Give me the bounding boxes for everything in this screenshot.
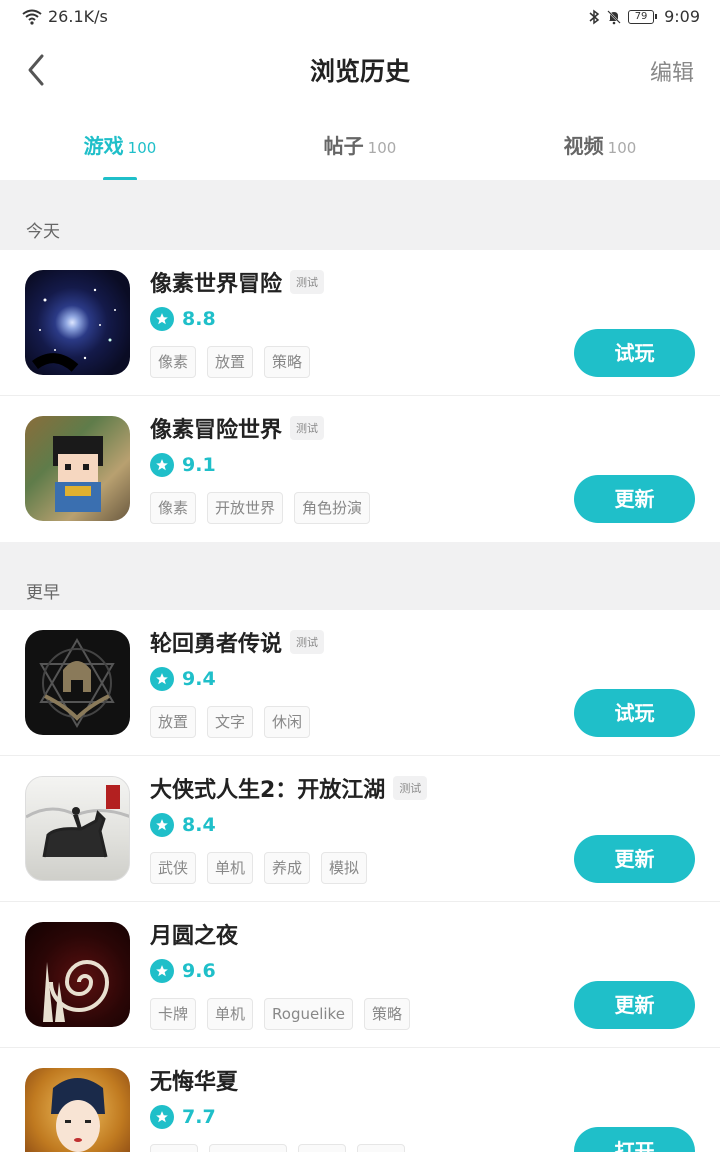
test-badge: 测试 [290,416,325,440]
game-title: 大侠式人生2：开放江湖 测试 [150,772,428,804]
game-row[interactable]: 像素冒险世界 测试 9.1 像素 开放世界 角色扮演 更新 [0,396,720,542]
test-badge: 测试 [290,270,325,294]
genre-tag[interactable]: 开放世界 [207,492,284,524]
try-play-button[interactable]: 试玩 [574,329,695,377]
genre-tag[interactable]: 策略 [363,998,410,1030]
game-title: 像素世界冒险 测试 [150,266,325,298]
game-rating: 9.6 [150,959,216,983]
game-icon [25,630,130,735]
genre-tag[interactable]: 文字 [207,706,254,738]
status-bar: 26.1K/s 79 9:09 [0,0,720,36]
genre-tag[interactable] [298,1144,346,1152]
genre-tag[interactable]: 像素 [150,346,197,378]
genre-tag[interactable]: 模拟 [321,852,368,884]
clock: 9:09 [664,7,700,26]
game-icon [25,1068,130,1152]
genre-tag[interactable] [209,1144,287,1152]
try-play-button[interactable]: 试玩 [574,689,695,737]
game-row[interactable]: 大侠式人生2：开放江湖 测试 8.4 武侠 单机 养成 模拟 更新 [0,756,720,902]
rating-score: 9.1 [182,454,216,476]
star-icon [150,813,174,837]
game-row[interactable]: 无悔华夏 7.7 打开 [0,1048,720,1152]
rating-score: 8.8 [182,308,216,330]
wifi-icon [22,9,42,25]
genre-tag[interactable]: 角色扮演 [294,492,371,524]
bluetooth-icon [589,9,600,24]
tag-list: 卡牌 单机 Roguelike 策略 [150,998,410,1030]
game-title: 无悔华夏 [150,1070,239,1095]
game-rating: 7.7 [150,1105,216,1129]
star-icon [150,667,174,691]
tag-list: 武侠 单机 养成 模拟 [150,852,368,884]
genre-tag[interactable]: 卡牌 [150,998,197,1030]
battery-icon: 79 [628,9,658,24]
genre-tag[interactable]: 策略 [264,346,311,378]
genre-tag[interactable]: 放置 [150,706,197,738]
genre-tag[interactable] [357,1144,405,1152]
tab-bar: 游戏 100 帖子 100 视频 100 [0,118,720,181]
test-badge: 测试 [393,776,428,800]
game-icon [25,270,130,375]
genre-tag[interactable]: 养成 [264,852,311,884]
game-rating: 8.4 [150,813,216,837]
rating-score: 9.6 [182,960,216,982]
star-icon [150,307,174,331]
genre-tag[interactable]: 放置 [207,346,254,378]
genre-tag[interactable]: 武侠 [150,852,197,884]
section-header-today: 今天 [0,180,720,250]
mute-icon [607,9,621,24]
test-badge: 测试 [290,630,325,654]
game-row[interactable]: 像素世界冒险 测试 8.8 像素 放置 策略 试玩 [0,250,720,396]
tag-list: 像素 放置 策略 [150,346,311,378]
network-speed: 26.1K/s [48,7,108,26]
tab-posts[interactable]: 帖子 100 [240,130,480,159]
section-header-earlier: 更早 [0,542,720,610]
tag-list: 放置 文字 休闲 [150,706,311,738]
star-icon [150,959,174,983]
edit-button[interactable]: 编辑 [650,55,694,87]
game-title: 月圆之夜 [150,924,239,949]
genre-tag[interactable]: 休闲 [264,706,311,738]
update-button[interactable]: 更新 [574,981,695,1029]
star-icon [150,453,174,477]
game-title: 轮回勇者传说 测试 [150,626,325,658]
genre-tag[interactable]: 像素 [150,492,197,524]
game-title: 像素冒险世界 测试 [150,412,325,444]
game-row[interactable]: 轮回勇者传说 测试 9.4 放置 文字 休闲 试玩 [0,610,720,756]
game-rating: 9.1 [150,453,216,477]
rating-score: 7.7 [182,1106,216,1128]
app-header: 浏览历史 编辑 [0,36,720,106]
game-icon [25,776,130,881]
tab-games[interactable]: 游戏 100 [0,130,240,159]
game-icon [25,416,130,521]
tag-list [150,1144,405,1152]
page-title: 浏览历史 [309,57,410,86]
update-button[interactable]: 更新 [574,475,695,523]
open-button[interactable]: 打开 [574,1127,695,1152]
tag-list: 像素 开放世界 角色扮演 [150,492,371,524]
game-icon [25,922,130,1027]
update-button[interactable]: 更新 [574,835,695,883]
rating-score: 9.4 [182,668,216,690]
genre-tag[interactable]: 单机 [207,998,254,1030]
genre-tag[interactable]: Roguelike [264,998,353,1030]
genre-tag[interactable]: 单机 [207,852,254,884]
star-icon [150,1105,174,1129]
genre-tag[interactable] [150,1144,198,1152]
game-rating: 9.4 [150,667,216,691]
tab-videos[interactable]: 视频 100 [480,130,720,159]
rating-score: 8.4 [182,814,216,836]
game-rating: 8.8 [150,307,216,331]
game-row[interactable]: 月圆之夜 9.6 卡牌 单机 Roguelike 策略 更新 [0,902,720,1048]
